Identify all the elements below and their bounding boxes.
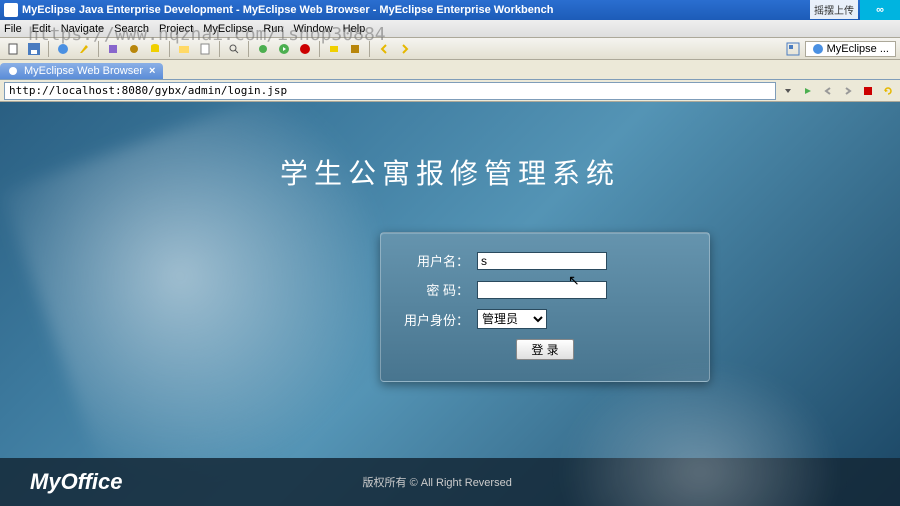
menu-window[interactable]: Window xyxy=(294,23,333,35)
menu-file[interactable]: File xyxy=(4,23,22,35)
wizard-icon[interactable] xyxy=(75,40,93,58)
myeclipse-icon xyxy=(812,43,824,55)
app-icon xyxy=(4,3,18,17)
page-footer: MyOffice 版权所有 © All Right Reversed xyxy=(0,458,900,506)
logo-my: My xyxy=(30,469,61,494)
label-role: 用户身份： xyxy=(399,310,469,329)
share-label: 摇摆上传 xyxy=(810,0,858,19)
role-select[interactable]: 管理员 xyxy=(477,309,547,329)
copyright-text: 版权所有 © All Right Reversed xyxy=(363,474,512,490)
share-button[interactable]: ∞ xyxy=(860,0,900,20)
window-titlebar: MyEclipse Java Enterprise Development - … xyxy=(0,0,900,20)
editor-tabs: MyEclipse Web Browser × xyxy=(0,60,900,80)
menu-myeclipse[interactable]: MyEclipse xyxy=(203,23,253,35)
menu-project[interactable]: Project xyxy=(159,23,193,35)
login-button[interactable]: 登 录 xyxy=(516,339,573,360)
perspective-tab[interactable]: MyEclipse ... xyxy=(805,41,896,57)
separator xyxy=(319,41,320,57)
globe-icon xyxy=(8,66,18,76)
password-input[interactable] xyxy=(477,281,607,299)
stop-icon[interactable] xyxy=(860,83,876,99)
runconf-icon[interactable] xyxy=(296,40,314,58)
menu-search[interactable]: Search xyxy=(114,23,149,35)
login-panel: 用户名： 密 码： 用户身份： 管理员 登 录 xyxy=(380,232,710,382)
username-input[interactable] xyxy=(477,252,607,270)
go-icon[interactable] xyxy=(800,83,816,99)
separator xyxy=(169,41,170,57)
menu-run[interactable]: Run xyxy=(263,23,283,35)
separator xyxy=(98,41,99,57)
url-bar xyxy=(0,80,900,102)
url-input[interactable] xyxy=(4,82,776,100)
forward-icon[interactable] xyxy=(396,40,414,58)
separator xyxy=(369,41,370,57)
tab-label: MyEclipse Web Browser xyxy=(24,65,143,77)
folder-icon[interactable] xyxy=(175,40,193,58)
menu-help[interactable]: Help xyxy=(343,23,366,35)
package-icon[interactable] xyxy=(346,40,364,58)
search-icon[interactable] xyxy=(225,40,243,58)
doc-icon[interactable] xyxy=(196,40,214,58)
server-icon[interactable] xyxy=(325,40,343,58)
label-username: 用户名： xyxy=(399,251,469,270)
perspective-icon[interactable] xyxy=(784,40,802,58)
logo-office: Office xyxy=(61,469,123,494)
window-title: MyEclipse Java Enterprise Development - … xyxy=(22,4,553,16)
separator xyxy=(248,41,249,57)
dropdown-icon[interactable] xyxy=(780,83,796,99)
menubar: File Edit Navigate Search Project MyEcli… xyxy=(0,20,900,38)
refresh-icon[interactable] xyxy=(880,83,896,99)
debug-icon[interactable] xyxy=(254,40,272,58)
menu-edit[interactable]: Edit xyxy=(32,23,51,35)
perspective-label: MyEclipse ... xyxy=(827,43,889,55)
close-icon[interactable]: × xyxy=(149,65,155,77)
bean-icon[interactable] xyxy=(125,40,143,58)
new-icon[interactable] xyxy=(4,40,22,58)
separator xyxy=(219,41,220,57)
db-icon[interactable] xyxy=(146,40,164,58)
nav-back-icon[interactable] xyxy=(820,83,836,99)
page-content: 学生公寓报修管理系统 用户名： 密 码： 用户身份： 管理员 登 录 ↖ MyO… xyxy=(0,102,900,506)
label-password: 密 码： xyxy=(399,280,469,299)
page-title: 学生公寓报修管理系统 xyxy=(280,152,620,192)
mouse-cursor-icon: ↖ xyxy=(568,272,580,289)
footer-logo: MyOffice xyxy=(30,469,123,495)
menu-navigate[interactable]: Navigate xyxy=(61,23,104,35)
back-icon[interactable] xyxy=(375,40,393,58)
tab-browser[interactable]: MyEclipse Web Browser × xyxy=(0,63,163,79)
save-icon[interactable] xyxy=(25,40,43,58)
toolbar: MyEclipse ... xyxy=(0,38,900,60)
separator xyxy=(48,41,49,57)
cube-icon[interactable] xyxy=(104,40,122,58)
run-icon[interactable] xyxy=(275,40,293,58)
globe-icon[interactable] xyxy=(54,40,72,58)
nav-forward-icon[interactable] xyxy=(840,83,856,99)
